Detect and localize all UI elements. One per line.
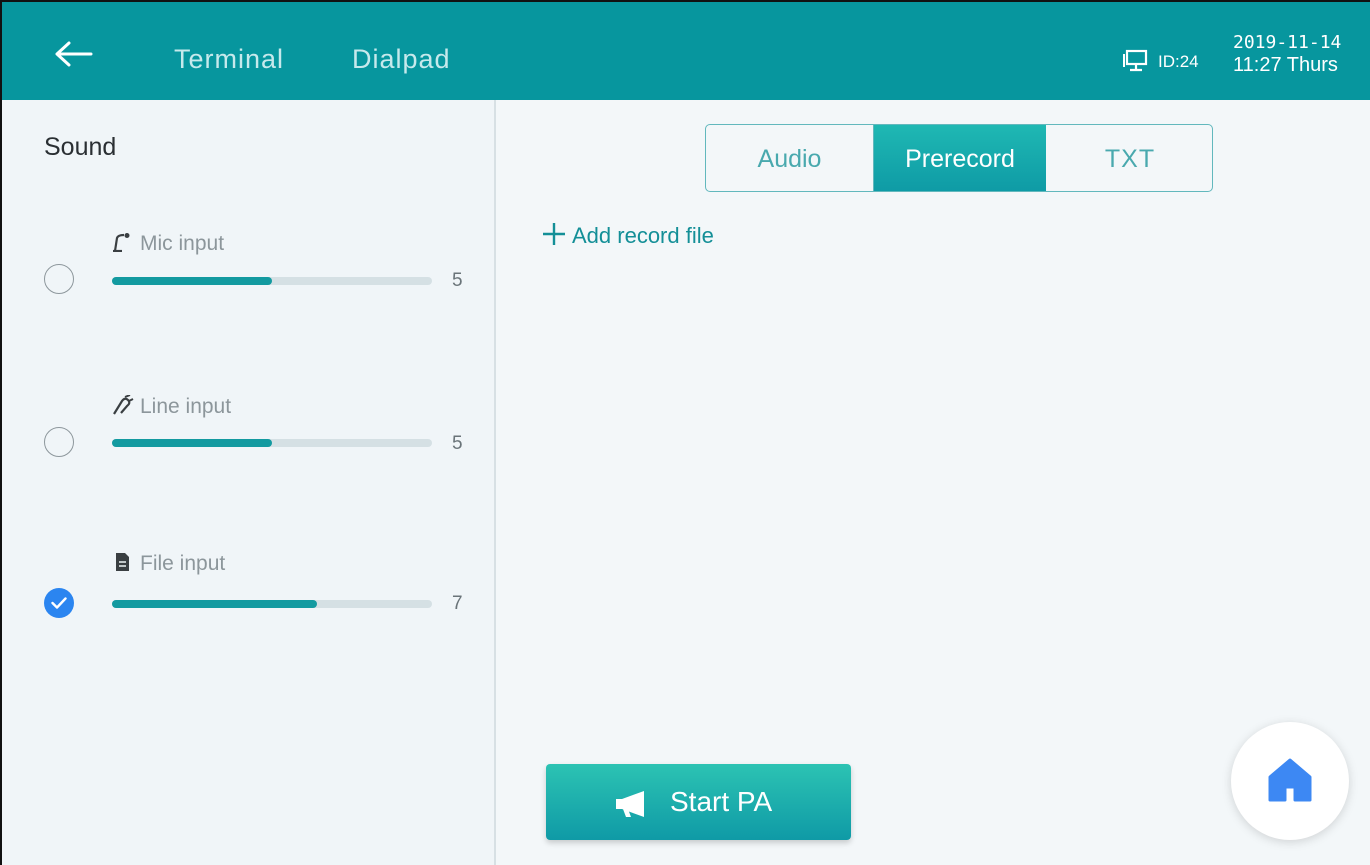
sound-title: Sound (44, 133, 117, 161)
tab-audio[interactable]: Audio (706, 125, 874, 191)
checkmark-icon (51, 597, 67, 609)
back-arrow-icon (55, 41, 93, 67)
nav-dialpad-tab[interactable]: Dialpad (352, 44, 451, 75)
home-icon (1268, 758, 1312, 802)
file-input-label: File input (112, 552, 225, 576)
line-input-label: Line input (112, 395, 231, 419)
mic-level-slider[interactable] (112, 277, 432, 285)
start-pa-label: Start PA (670, 786, 773, 817)
source-tabs: Audio Prerecord TXT (705, 124, 1213, 192)
line-input-radio[interactable] (44, 427, 74, 457)
file-input-text: File input (140, 552, 226, 575)
line-level-value: 5 (452, 433, 463, 454)
top-bar: Terminal Dialpad ID:24 2019-11-14 11:27 … (2, 2, 1370, 100)
time-text: 11:27 Thurs (1233, 54, 1338, 76)
microphone-icon (113, 233, 130, 252)
mic-input-label: Mic input (112, 232, 224, 256)
monitor-icon (1123, 49, 1148, 72)
add-record-label: Add record file (572, 223, 714, 248)
home-button[interactable] (1231, 722, 1349, 840)
tab-txt[interactable]: TXT (1046, 125, 1212, 191)
start-pa-button[interactable]: Start PA (546, 764, 851, 840)
file-level-fill (112, 600, 317, 608)
file-level-slider[interactable] (112, 600, 432, 608)
file-icon (116, 553, 129, 571)
file-input-radio[interactable] (44, 588, 74, 618)
mic-level-fill (112, 277, 272, 285)
mic-input-row: Mic input 5 (2, 230, 494, 320)
file-level-value: 7 (452, 593, 463, 614)
plus-icon (543, 223, 565, 245)
tab-prerecord[interactable]: Prerecord (874, 125, 1046, 191)
line-input-text: Line input (140, 395, 232, 418)
add-record-file-button[interactable]: Add record file (542, 222, 714, 249)
mic-level-value: 5 (452, 270, 463, 291)
file-input-row: File input 7 (2, 550, 494, 640)
mic-input-radio[interactable] (44, 264, 74, 294)
line-level-fill (112, 439, 272, 447)
date-text: 2019-11-14 (1233, 32, 1342, 53)
device-id: ID:24 (1158, 52, 1199, 71)
back-button[interactable] (54, 40, 94, 68)
mic-input-text: Mic input (140, 232, 225, 255)
megaphone-icon (616, 791, 644, 817)
line-level-slider[interactable] (112, 439, 432, 447)
line-plug-icon (113, 395, 134, 415)
line-input-row: Line input 5 (2, 393, 494, 483)
nav-terminal-tab[interactable]: Terminal (174, 44, 284, 75)
sound-panel: Sound Mic input 5 Line input 5 File inpu… (2, 100, 496, 865)
